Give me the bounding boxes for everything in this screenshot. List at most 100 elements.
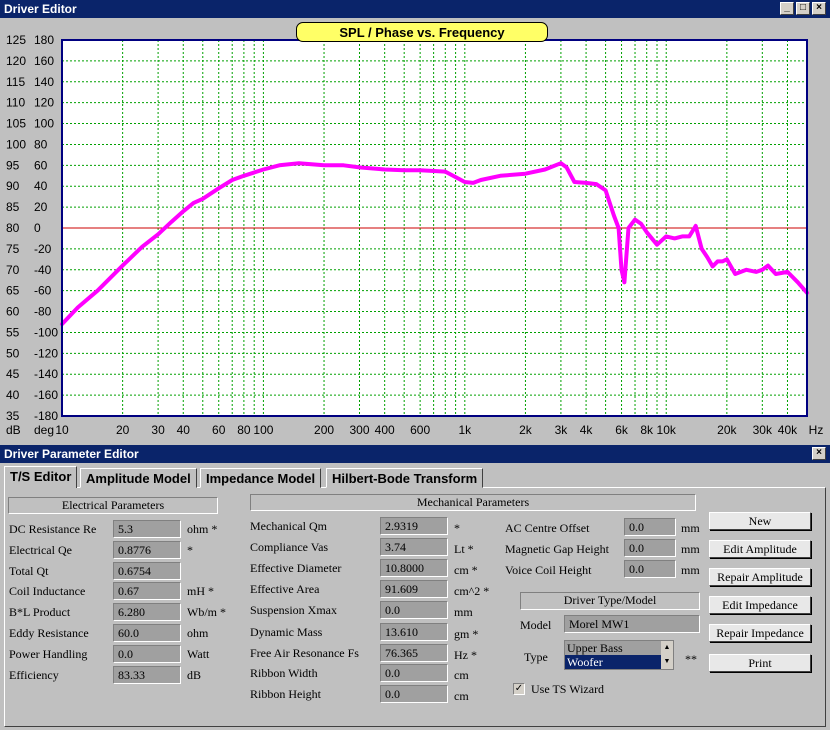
mech-label: Effective Area xyxy=(250,582,320,596)
x-tick-label: 30k xyxy=(753,423,773,437)
mech-value-field[interactable]: 76.365 xyxy=(380,644,448,662)
mech-label: Effective Diameter xyxy=(250,561,342,575)
y-tick-label-deg: -40 xyxy=(34,263,52,277)
tab-hilbert-bode[interactable]: Hilbert-Bode Transform xyxy=(326,468,484,488)
elec-value-field[interactable]: 6.280 xyxy=(113,603,181,621)
x-tick-label: 10 xyxy=(55,423,69,437)
x-tick-label: 40 xyxy=(177,423,191,437)
elec-value-field[interactable]: 0.67 xyxy=(113,582,181,600)
mech-value-field[interactable]: 13.610 xyxy=(380,623,448,641)
elec-value-field[interactable]: 0.6754 xyxy=(113,562,181,580)
type-scrollbar[interactable]: ▲ ▼ xyxy=(661,641,673,669)
y-tick-label-deg: -120 xyxy=(34,346,58,360)
extra-unit: mm xyxy=(681,521,700,535)
type-listbox[interactable]: Upper Bass Woofer ▲ ▼ xyxy=(564,640,674,670)
model-field[interactable]: Morel MW1 xyxy=(564,615,700,633)
x-tick-label: 400 xyxy=(375,423,395,437)
type-label: Type xyxy=(524,650,548,664)
y-tick-label-deg: 60 xyxy=(34,158,48,172)
y-tick-label-deg: 0 xyxy=(34,221,41,235)
model-label: Model xyxy=(520,618,552,632)
mech-label: Suspension Xmax xyxy=(250,603,337,617)
y-tick-label-deg: 180 xyxy=(34,33,54,47)
extra-label: Voice Coil Height xyxy=(505,563,592,577)
elec-label: Eddy Resistance xyxy=(9,626,89,640)
y-tick-label-db: 40 xyxy=(6,388,20,402)
repair-impedance-button[interactable]: Repair Impedance xyxy=(709,624,811,642)
x-tick-label: 20k xyxy=(717,423,737,437)
tab-ts-editor[interactable]: T/S Editor xyxy=(4,466,78,488)
window-title-2: Driver Parameter Editor xyxy=(4,447,139,461)
close-icon[interactable]: × xyxy=(812,2,826,15)
mech-value-field[interactable]: 91.609 xyxy=(380,580,448,598)
elec-unit: ohm xyxy=(187,626,209,640)
elec-label: Electrical Qe xyxy=(9,543,72,557)
y-tick-label-deg: 20 xyxy=(34,200,48,214)
minimize-icon[interactable]: _ xyxy=(780,2,794,15)
y-tick-label-deg: -60 xyxy=(34,284,52,298)
edit-impedance-button[interactable]: Edit Impedance xyxy=(709,596,811,614)
mech-value-field[interactable]: 3.74 xyxy=(380,538,448,556)
y-tick-label-db: 55 xyxy=(6,325,20,339)
mech-value-field[interactable]: 2.9319 xyxy=(380,517,448,535)
elec-value-field[interactable]: 0.0 xyxy=(113,645,181,663)
use-ts-wizard-label: Use TS Wizard xyxy=(531,682,605,696)
elec-unit: Watt xyxy=(187,647,210,661)
y-tick-label-db: 105 xyxy=(6,117,26,131)
y-tick-label-deg: -140 xyxy=(34,367,58,381)
new-button[interactable]: New xyxy=(709,512,811,530)
elec-unit: dB xyxy=(187,668,202,682)
elec-unit: Wb/m * xyxy=(187,605,226,619)
elec-label: Power Handling xyxy=(9,647,88,661)
elec-value-field[interactable]: 83.33 xyxy=(113,666,181,684)
ylabel-right: deg xyxy=(34,423,54,437)
y-tick-label-deg: -80 xyxy=(34,305,52,319)
type-option-upper-bass[interactable]: Upper Bass xyxy=(567,641,623,656)
maximize-icon[interactable]: □ xyxy=(796,2,810,15)
repair-amplitude-button[interactable]: Repair Amplitude xyxy=(709,568,811,586)
x-tick-label: 80 xyxy=(237,423,251,437)
tab-amplitude-model[interactable]: Amplitude Model xyxy=(80,468,197,488)
y-tick-label-db: 110 xyxy=(6,96,25,110)
type-note: ** xyxy=(685,652,697,666)
mech-value-field[interactable]: 0.0 xyxy=(380,664,448,682)
extra-value-field[interactable]: 0.0 xyxy=(624,539,676,557)
y-tick-label-db: 75 xyxy=(6,242,20,256)
mechanical-header: Mechanical Parameters xyxy=(250,494,696,511)
scroll-down-icon[interactable]: ▼ xyxy=(661,655,673,669)
chart-title: SPL / Phase vs. Frequency xyxy=(296,22,548,42)
xlabel-unit: Hz xyxy=(809,423,824,437)
extra-value-field[interactable]: 0.0 xyxy=(624,560,676,578)
close-icon[interactable]: × xyxy=(812,447,826,460)
mech-unit: Lt * xyxy=(454,542,474,556)
x-tick-label: 40k xyxy=(778,423,798,437)
extra-label: AC Centre Offset xyxy=(505,521,590,535)
x-tick-label: 600 xyxy=(410,423,430,437)
extra-value-field[interactable]: 0.0 xyxy=(624,518,676,536)
elec-label: Efficiency xyxy=(9,668,59,682)
y-tick-label-deg: -180 xyxy=(34,409,58,423)
tab-impedance-model[interactable]: Impedance Model xyxy=(200,468,322,488)
elec-label: Total Qt xyxy=(9,564,49,578)
mech-unit: cm xyxy=(454,689,469,703)
y-tick-label-deg: -160 xyxy=(34,388,58,402)
x-tick-label: 60 xyxy=(212,423,226,437)
elec-value-field[interactable]: 0.8776 xyxy=(113,541,181,559)
mech-value-field[interactable]: 0.0 xyxy=(380,601,448,619)
type-option-woofer[interactable]: Woofer xyxy=(565,655,661,669)
scroll-up-icon[interactable]: ▲ xyxy=(661,641,673,655)
edit-amplitude-button[interactable]: Edit Amplitude xyxy=(709,540,811,558)
elec-unit: * xyxy=(187,543,193,557)
elec-value-field[interactable]: 5.3 xyxy=(113,520,181,538)
mech-value-field[interactable]: 0.0 xyxy=(380,685,448,703)
print-button[interactable]: Print xyxy=(709,654,811,672)
y-tick-label-db: 60 xyxy=(6,305,20,319)
use-ts-wizard-checkbox[interactable]: ✓ xyxy=(513,683,525,695)
elec-value-field[interactable]: 60.0 xyxy=(113,624,181,642)
y-tick-label-deg: 100 xyxy=(34,117,54,131)
mech-label: Mechanical Qm xyxy=(250,519,327,533)
elec-label: DC Resistance Re xyxy=(9,522,97,536)
parameter-editor-titlebar: Driver Parameter Editor × xyxy=(0,445,830,463)
mech-value-field[interactable]: 10.8000 xyxy=(380,559,448,577)
y-tick-label-db: 35 xyxy=(6,409,20,423)
